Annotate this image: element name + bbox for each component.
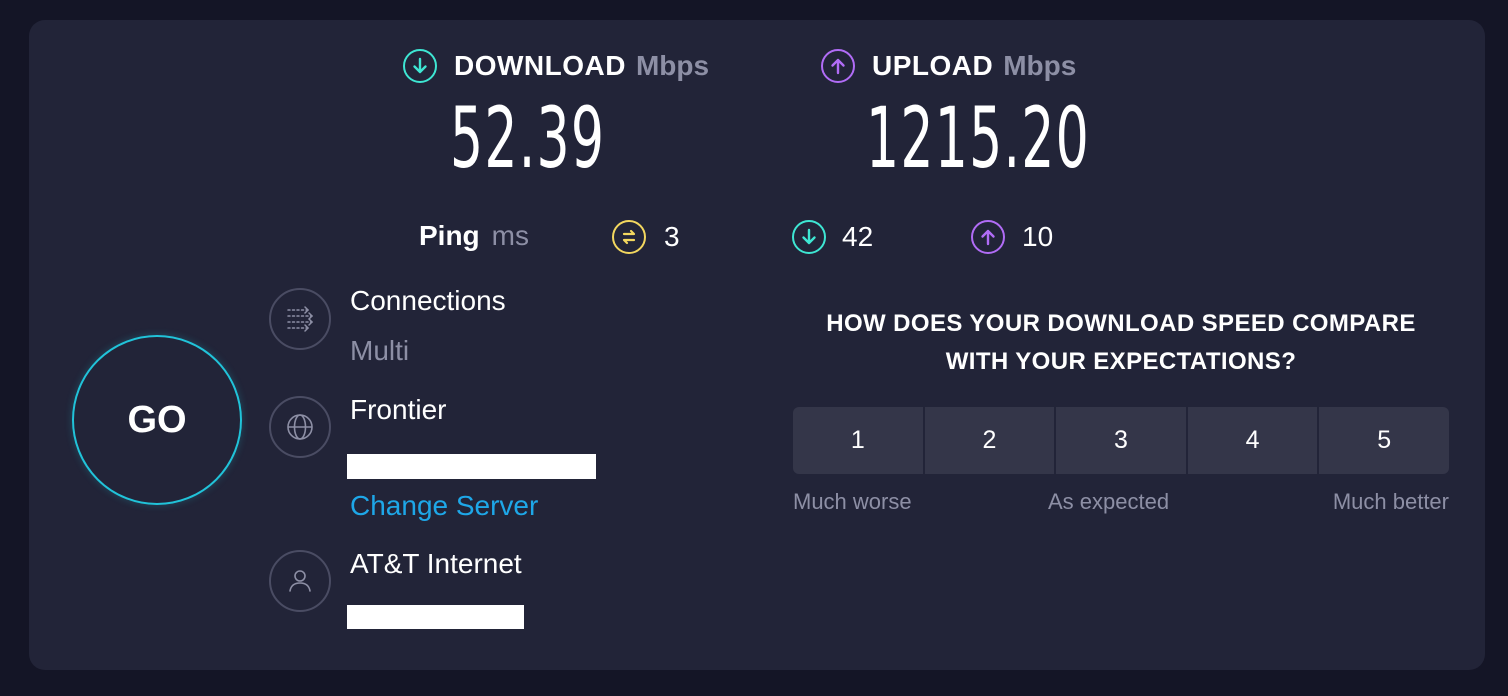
rating-button-3[interactable]: 3 bbox=[1056, 407, 1188, 474]
change-server-link[interactable]: Change Server bbox=[350, 490, 538, 522]
ping-download: 42 bbox=[792, 220, 873, 254]
ping-unit: ms bbox=[491, 220, 529, 251]
ping-header: Ping ms bbox=[419, 220, 529, 252]
scale-high-label: Much better bbox=[1332, 489, 1449, 514]
upload-unit: Mbps bbox=[1003, 50, 1077, 81]
download-header: DOWNLOAD Mbps bbox=[403, 49, 709, 83]
ping-upload-value: 10 bbox=[1022, 221, 1054, 252]
scale-mid-label: As expected bbox=[1048, 489, 1170, 514]
rating-button-1[interactable]: 1 bbox=[793, 407, 925, 474]
ping-download-value: 42 bbox=[842, 221, 874, 252]
server-name: Frontier bbox=[350, 394, 447, 425]
ping-idle: 3 bbox=[612, 220, 680, 254]
upload-label: UPLOAD bbox=[872, 50, 994, 81]
rating-button-5[interactable]: 5 bbox=[1319, 407, 1449, 474]
ping-idle-icon bbox=[612, 220, 646, 254]
upload-arrow-icon bbox=[821, 49, 855, 83]
download-value: 52.39 bbox=[450, 89, 606, 187]
rating-button-2[interactable]: 2 bbox=[924, 407, 1057, 474]
provider-name: AT&T Internet bbox=[350, 548, 522, 579]
download-arrow-icon bbox=[403, 49, 437, 83]
upload-header: UPLOAD Mbps bbox=[821, 49, 1076, 83]
connections-icon bbox=[269, 288, 331, 350]
download-unit: Mbps bbox=[635, 50, 710, 81]
ping-label: Ping bbox=[419, 220, 480, 251]
ping-upload: 10 bbox=[971, 220, 1053, 254]
scale-low-label: Much worse bbox=[793, 489, 912, 514]
ping-idle-value: 3 bbox=[664, 221, 680, 252]
upload-value: 1215.20 bbox=[866, 89, 1091, 187]
server-location-redacted bbox=[347, 454, 596, 479]
download-label: DOWNLOAD bbox=[454, 50, 626, 81]
connections-title: Connections bbox=[350, 285, 506, 316]
ping-upload-icon bbox=[971, 220, 1005, 254]
rating-button-4[interactable]: 4 bbox=[1187, 407, 1320, 474]
globe-icon bbox=[269, 396, 331, 458]
provider-ip-redacted bbox=[347, 605, 524, 629]
connections-value[interactable]: Multi bbox=[350, 335, 409, 367]
ping-download-icon bbox=[792, 220, 826, 254]
user-icon bbox=[269, 550, 331, 612]
go-button[interactable]: GO bbox=[72, 335, 242, 505]
rating-scale: 1 2 3 4 5 bbox=[793, 407, 1449, 474]
survey-question: HOW DOES YOUR DOWNLOAD SPEED COMPARE WIT… bbox=[826, 310, 1416, 375]
